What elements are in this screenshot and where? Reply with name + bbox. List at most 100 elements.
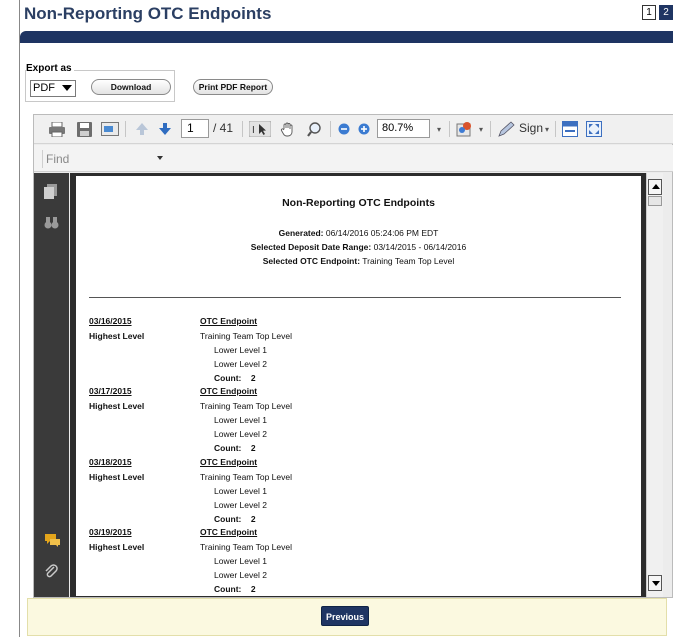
- next-page-icon[interactable]: [156, 120, 174, 138]
- svg-text:I: I: [252, 125, 255, 136]
- group-column-header: OTC Endpoint: [200, 386, 258, 396]
- sign-pen-icon[interactable]: [496, 120, 516, 138]
- toolbar-separator: [242, 121, 243, 137]
- count-label: Count:: [214, 584, 242, 594]
- endpoint-lower-level-2: Lower Level 2: [214, 359, 267, 369]
- endpoint-lower-level-1: Lower Level 1: [214, 345, 267, 355]
- endpoint-top-level: Training Team Top Level: [200, 401, 292, 411]
- report-page: Non-Reporting OTC Endpoints 1 2 Export a…: [0, 0, 673, 637]
- scroll-thumb[interactable]: [648, 196, 662, 206]
- full-screen-icon[interactable]: [584, 120, 604, 138]
- page-title: Non-Reporting OTC Endpoints: [24, 4, 272, 23]
- previous-page-icon[interactable]: [133, 120, 151, 138]
- zoom-in-icon[interactable]: [356, 120, 372, 138]
- group-level-label: Highest Level: [89, 472, 145, 482]
- pages-panel-icon[interactable]: [44, 184, 57, 202]
- count-value: 2: [250, 514, 256, 524]
- download-button[interactable]: Download: [91, 79, 171, 95]
- endpoint-top-level: Training Team Top Level: [200, 331, 292, 341]
- zoom-dropdown-icon[interactable]: ▾: [434, 120, 444, 138]
- group-date: 03/18/2015: [89, 457, 132, 467]
- group-date: 03/16/2015: [89, 316, 132, 326]
- page-selector: 1 2: [642, 5, 673, 20]
- toolbar-separator: [449, 121, 450, 137]
- group-column-header: OTC Endpoint: [200, 457, 258, 467]
- date-range-value: 03/14/2015 - 06/14/2016: [373, 242, 467, 252]
- toolbar-separator: [125, 121, 126, 137]
- page-2-button[interactable]: 2: [659, 5, 673, 20]
- toolbar-separator: [490, 121, 491, 137]
- divider: [89, 297, 621, 298]
- group-level-label: Highest Level: [89, 401, 145, 411]
- count-value: 2: [250, 373, 256, 383]
- endpoint-lower-level-1: Lower Level 1: [214, 556, 267, 566]
- frame-border: [19, 0, 20, 637]
- toolbar-separator: [555, 121, 556, 137]
- zoom-level-field[interactable]: 80.7%: [377, 119, 430, 138]
- endpoint-lower-level-1: Lower Level 1: [214, 486, 267, 496]
- fit-width-icon[interactable]: [560, 120, 580, 138]
- report-title: Non-Reporting OTC Endpoints: [282, 197, 435, 209]
- count-value: 2: [250, 443, 256, 453]
- endpoint-lower-level-2: Lower Level 2: [214, 500, 267, 510]
- export-format-value: PDF: [33, 82, 55, 94]
- group-count: Count: 2: [214, 443, 256, 453]
- previous-button[interactable]: Previous: [321, 606, 369, 626]
- annotate-icon[interactable]: [455, 120, 475, 138]
- endpoint-value: Training Team Top Level: [362, 256, 455, 266]
- group-level-label: Highest Level: [89, 331, 145, 341]
- count-value: 2: [250, 584, 256, 594]
- header-bar: [20, 31, 673, 43]
- attachments-panel-icon[interactable]: [44, 563, 58, 582]
- count-label: Count:: [214, 443, 242, 453]
- endpoint-label: Selected OTC Endpoint:: [262, 256, 361, 266]
- page-number-input[interactable]: 1: [181, 119, 209, 138]
- group-column-header: OTC Endpoint: [200, 527, 258, 537]
- find-options-icon[interactable]: [157, 156, 163, 160]
- comments-panel-icon[interactable]: [44, 533, 61, 550]
- scroll-up-icon[interactable]: [648, 179, 662, 195]
- group-count: Count: 2: [214, 373, 256, 383]
- group-date: 03/19/2015: [89, 527, 132, 537]
- sign-dropdown-icon[interactable]: ▾: [543, 120, 551, 138]
- group-level-label: Highest Level: [89, 542, 145, 552]
- chevron-down-icon: [62, 85, 72, 91]
- group-date: 03/17/2015: [89, 386, 132, 396]
- annotate-dropdown-icon[interactable]: ▾: [477, 120, 485, 138]
- generated-line: Generated: 06/14/2016 05:24:06 PM EDT: [76, 228, 641, 238]
- zoom-out-icon[interactable]: [336, 120, 352, 138]
- marquee-zoom-icon[interactable]: [305, 120, 325, 138]
- select-tool-icon[interactable]: I: [247, 120, 273, 138]
- export-format-select[interactable]: PDF: [30, 80, 76, 97]
- total-pages: / 41: [213, 121, 234, 135]
- hand-tool-icon[interactable]: [278, 120, 298, 138]
- export-legend: Export as: [26, 63, 74, 74]
- endpoint-top-level: Training Team Top Level: [200, 542, 292, 552]
- count-label: Count:: [214, 373, 242, 383]
- endpoint-lower-level-1: Lower Level 1: [214, 415, 267, 425]
- pdf-page: Non-Reporting OTC Endpoints Generated: 0…: [76, 176, 641, 596]
- generated-label: Generated:: [278, 228, 324, 238]
- find-input[interactable]: Find: [42, 150, 166, 168]
- endpoint-lower-level-2: Lower Level 2: [214, 570, 267, 580]
- bookmarks-panel-icon[interactable]: [44, 216, 59, 232]
- vertical-scrollbar[interactable]: [646, 173, 663, 597]
- date-range-label: Selected Deposit Date Range:: [250, 242, 372, 252]
- count-label: Count:: [214, 514, 242, 524]
- group-column-header: OTC Endpoint: [200, 316, 258, 326]
- group-count: Count: 2: [214, 584, 256, 594]
- endpoint-line: Selected OTC Endpoint: Training Team Top…: [76, 256, 641, 266]
- save-icon[interactable]: [75, 120, 93, 138]
- page-1-button[interactable]: 1: [642, 5, 656, 20]
- group-count: Count: 2: [214, 514, 256, 524]
- endpoint-top-level: Training Team Top Level: [200, 472, 292, 482]
- endpoint-lower-level-2: Lower Level 2: [214, 429, 267, 439]
- print-pdf-report-button[interactable]: Print PDF Report: [193, 79, 273, 95]
- generated-value: 06/14/2016 05:24:06 PM EDT: [325, 228, 439, 238]
- email-icon[interactable]: [100, 120, 120, 138]
- date-range-line: Selected Deposit Date Range: 03/14/2015 …: [76, 242, 641, 252]
- toolbar-separator: [330, 121, 331, 137]
- sign-button[interactable]: Sign: [519, 121, 543, 135]
- print-icon[interactable]: [48, 120, 66, 138]
- scroll-down-icon[interactable]: [648, 575, 662, 591]
